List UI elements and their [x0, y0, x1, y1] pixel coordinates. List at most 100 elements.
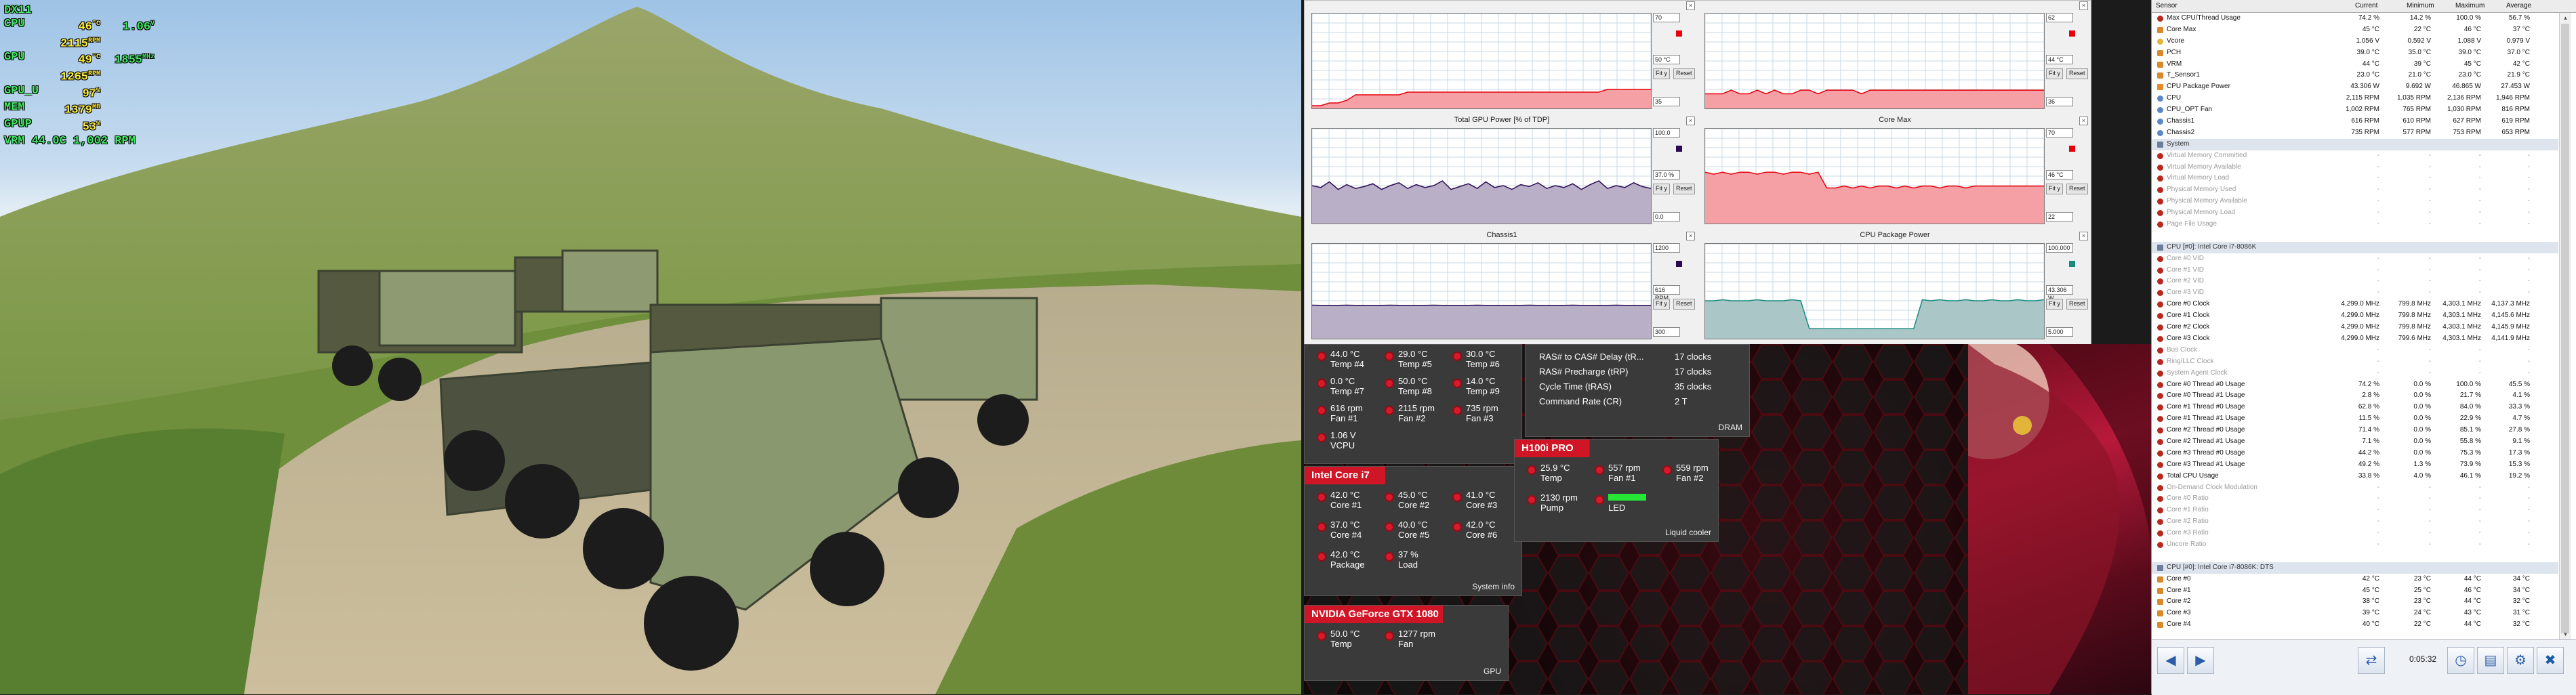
clock-icon[interactable]: ◷ [2447, 647, 2474, 674]
sensor-row[interactable]: Vcore1.056 V0.592 V1.088 V0.979 V [2152, 36, 2558, 47]
sensor-row[interactable]: Uncore Ratio---- [2152, 539, 2558, 551]
graph-close-icon[interactable]: × [1686, 117, 1695, 125]
nav-forward-icon[interactable]: ▶ [2187, 647, 2214, 674]
scroll-down-arrow[interactable]: ▼ [2560, 629, 2571, 639]
graph-close-icon[interactable]: × [2079, 1, 2088, 10]
sensor-row[interactable]: Core #0 Thread #0 Usage74.2 %0.0 %100.0 … [2152, 379, 2558, 391]
sensor-current: - [2337, 163, 2379, 171]
sensor-row[interactable]: Core #0 Ratio---- [2152, 493, 2558, 505]
nav-back-icon[interactable]: ◀ [2157, 647, 2184, 674]
col-minimum[interactable]: Minimum [2407, 2, 2434, 9]
reset-button[interactable]: Reset [2066, 299, 2088, 310]
sensor-row[interactable]: Bus Clock---- [2152, 345, 2558, 356]
sensor-row[interactable]: CPU Package Power43.306 W9.692 W46.865 W… [2152, 81, 2558, 93]
game-viewport[interactable]: DX11 CPU46°C1.06V 2115RPM GPU49°C1855MHz… [0, 0, 1301, 694]
scroll-up-arrow[interactable]: ▲ [2560, 13, 2571, 23]
sensor-row[interactable]: Chassis1616 RPM610 RPM627 RPM619 RPM [2152, 116, 2558, 127]
sensor-row[interactable]: Core #440 °C22 °C44 °C32 °C [2152, 619, 2558, 631]
sensor-row[interactable]: T_Sensor123.0 °C21.0 °C23.0 °C21.9 °C [2152, 70, 2558, 81]
sensor-group-header[interactable]: System [2152, 139, 2558, 150]
scroll-thumb[interactable] [2561, 24, 2569, 633]
sensor-row[interactable]: Virtual Memory Load---- [2152, 173, 2558, 184]
graph-close-icon[interactable]: × [2079, 232, 2088, 240]
graph-color-swatch[interactable] [1676, 146, 1682, 152]
sensor-row[interactable]: Core #1 Clock4,299.0 MHz799.8 MHz4,303.1… [2152, 310, 2558, 322]
graph-color-swatch[interactable] [2069, 30, 2075, 37]
sensor-row[interactable]: Virtual Memory Available---- [2152, 162, 2558, 173]
sensor-row[interactable]: Core #3 Thread #1 Usage49.2 %1.3 %73.9 %… [2152, 459, 2558, 471]
graph-color-swatch[interactable] [2069, 146, 2075, 152]
sensor-row[interactable]: Core #1 VID---- [2152, 265, 2558, 276]
sensor-row[interactable]: Core #0 Clock4,299.0 MHz799.8 MHz4,303.1… [2152, 299, 2558, 310]
fit-y-button[interactable]: Fit y [1653, 299, 1670, 310]
sensor-row[interactable]: Core #238 °C23 °C44 °C32 °C [2152, 596, 2558, 608]
sensor-row[interactable]: Core Max45 °C22 °C46 °C37 °C [2152, 24, 2558, 36]
network-icon[interactable]: ⇄ [2358, 647, 2385, 674]
graph-color-swatch[interactable] [1676, 261, 1682, 267]
settings-icon[interactable]: ⚙ [2507, 647, 2534, 674]
sensor-scrollbar[interactable]: ▲ ▼ [2559, 13, 2571, 639]
gpu-panel: NVIDIA GeForce GTX 1080 GPU 50.0 °CTemp1… [1304, 605, 1509, 681]
sensor-row[interactable]: CPU2,115 RPM1,035 RPM2,136 RPM1,946 RPM [2152, 93, 2558, 104]
sensor-row[interactable]: Core #042 °C23 °C44 °C34 °C [2152, 574, 2558, 585]
sensor-row[interactable]: Core #0 Thread #1 Usage2.8 %0.0 %21.7 %4… [2152, 390, 2558, 402]
sensor-row[interactable]: Page File Usage---- [2152, 219, 2558, 230]
sensor-row[interactable]: Core #3 Thread #0 Usage44.2 %0.0 %75.3 %… [2152, 448, 2558, 459]
fit-y-button[interactable]: Fit y [1653, 184, 1670, 194]
sensor-row[interactable]: Core #2 Thread #0 Usage71.4 %0.0 %85.1 %… [2152, 425, 2558, 436]
sensor-row[interactable]: Core #1 Thread #0 Usage62.8 %0.0 %84.0 %… [2152, 402, 2558, 413]
cooler-sensor-2: 557 rpmFan #1 [1595, 463, 1661, 490]
sensor-row[interactable]: Ring/LLC Clock---- [2152, 356, 2558, 368]
sensor-row[interactable]: Core #3 Ratio---- [2152, 528, 2558, 539]
sensor-row[interactable]: Max CPU/Thread Usage74.2 %14.2 %100.0 %5… [2152, 13, 2558, 24]
sensor-row[interactable]: Core #2 VID---- [2152, 276, 2558, 287]
fit-y-button[interactable]: Fit y [1653, 68, 1670, 79]
graph-close-icon[interactable]: × [1686, 1, 1695, 10]
graph-color-swatch[interactable] [2069, 261, 2075, 267]
sensor-row[interactable]: Chassis2735 RPM577 RPM753 RPM653 RPM [2152, 127, 2558, 139]
fit-y-button[interactable]: Fit y [2046, 299, 2063, 310]
log-icon[interactable]: ▤ [2477, 647, 2504, 674]
col-average[interactable]: Average [2506, 2, 2531, 9]
reset-button[interactable]: Reset [2066, 184, 2088, 194]
close-icon[interactable]: ✖ [2537, 647, 2564, 674]
fit-y-button[interactable]: Fit y [2046, 184, 2063, 194]
graph-close-icon[interactable]: × [1686, 232, 1695, 240]
sensor-row[interactable]: Core #3 Clock4,299.0 MHz799.6 MHz4,303.1… [2152, 333, 2558, 345]
sensor-row[interactable]: Virtual Memory Committed---- [2152, 150, 2558, 162]
sensor-row[interactable]: Core #2 Thread #1 Usage7.1 %0.0 %55.8 %9… [2152, 436, 2558, 448]
graph-close-icon[interactable]: × [2079, 117, 2088, 125]
reset-button[interactable]: Reset [1673, 299, 1695, 310]
sensor-row[interactable]: Core #1 Ratio---- [2152, 505, 2558, 516]
reset-button[interactable]: Reset [1673, 184, 1695, 194]
sensor-row[interactable]: On-Demand Clock Modulation---- [2152, 482, 2558, 494]
sensor-row[interactable]: PCH39.0 °C35.0 °C39.0 °C37.0 °C [2152, 47, 2558, 59]
sensor-row[interactable]: System Agent Clock---- [2152, 368, 2558, 379]
col-sensor[interactable]: Sensor [2156, 2, 2178, 9]
col-maximum[interactable]: Maximum [2455, 2, 2485, 9]
sensor-row[interactable]: VRM44 °C39 °C45 °C42 °C [2152, 59, 2558, 70]
sensor-row[interactable]: Core #0 VID---- [2152, 253, 2558, 265]
led-color-bar[interactable] [1608, 494, 1646, 501]
sensor-group-header[interactable]: CPU [#0]: Intel Core i7-8086K: DTS [2152, 562, 2558, 574]
sensor-group-header[interactable]: CPU [#0]: Intel Core i7-8086K [2152, 242, 2558, 253]
sensor-row[interactable]: Core #1 Thread #1 Usage11.5 %0.0 %22.9 %… [2152, 413, 2558, 425]
sensor-row[interactable]: Physical Memory Load---- [2152, 207, 2558, 219]
sensor-row[interactable]: Total CPU Usage33.8 %4.0 %46.1 %19.2 % [2152, 471, 2558, 482]
sensor-row[interactable]: Core #3 VID---- [2152, 287, 2558, 299]
sensor-row[interactable]: Physical Memory Used---- [2152, 184, 2558, 196]
sensor-row[interactable] [2152, 551, 2558, 562]
sensor-row[interactable] [2152, 230, 2558, 242]
reset-button[interactable]: Reset [2066, 68, 2088, 79]
fit-y-button[interactable]: Fit y [2046, 68, 2063, 79]
sensor-row[interactable]: Core #145 °C25 °C46 °C34 °C [2152, 585, 2558, 597]
sensor-row[interactable]: CPU_OPT Fan1,002 RPM765 RPM1,030 RPM816 … [2152, 104, 2558, 116]
sensor-row[interactable]: Core #2 Ratio---- [2152, 516, 2558, 528]
col-current[interactable]: Current [2355, 2, 2377, 9]
sensor-rows[interactable]: Max CPU/Thread Usage74.2 %14.2 %100.0 %5… [2152, 13, 2558, 639]
graph-color-swatch[interactable] [1676, 30, 1682, 37]
reset-button[interactable]: Reset [1673, 68, 1695, 79]
sensor-row[interactable]: Core #2 Clock4,299.0 MHz799.8 MHz4,303.1… [2152, 322, 2558, 333]
sensor-row[interactable]: Core #339 °C24 °C43 °C31 °C [2152, 608, 2558, 619]
sensor-row[interactable]: Physical Memory Available---- [2152, 196, 2558, 207]
